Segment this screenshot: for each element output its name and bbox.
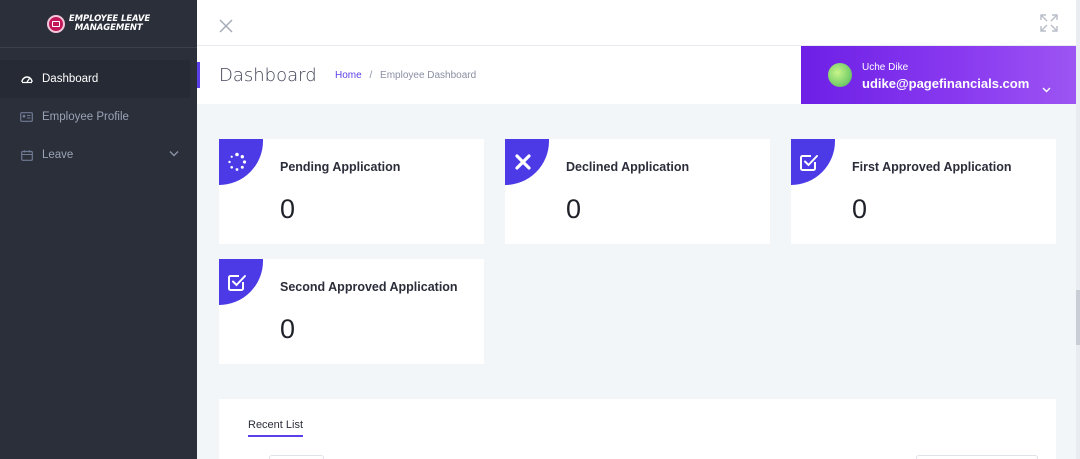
scrollbar[interactable]	[1076, 0, 1080, 459]
breadcrumb-home-link[interactable]: Home	[335, 70, 362, 81]
card-label: Pending Application	[280, 160, 401, 174]
page-length-select[interactable]	[269, 455, 324, 459]
recent-list-panel: Recent List	[219, 399, 1056, 459]
breadcrumb-separator: /	[369, 70, 373, 81]
x-mark-icon	[505, 139, 549, 185]
fullscreen-icon[interactable]	[1040, 14, 1058, 32]
sidebar-item-label: Leave	[42, 149, 74, 161]
breadcrumb: Home / Employee Dashboard	[335, 70, 476, 81]
check-square-icon	[219, 259, 263, 305]
card-value: 0	[280, 194, 296, 224]
brand[interactable]: Employee Leave Management	[0, 0, 197, 48]
brand-name: Employee Leave Management	[69, 14, 150, 33]
card-declined-application[interactable]: Declined Application 0	[505, 139, 770, 244]
chevron-down-icon[interactable]	[169, 148, 179, 160]
card-first-approved-application[interactable]: First Approved Application 0	[791, 139, 1056, 244]
card-second-approved-application[interactable]: Second Approved Application 0	[219, 259, 484, 364]
search-input[interactable]	[916, 455, 1038, 459]
user-email: udike@pagefinancials.com	[862, 76, 1030, 91]
avatar	[828, 63, 852, 87]
card-value: 0	[852, 194, 868, 224]
card-value: 0	[566, 194, 582, 224]
close-icon[interactable]	[219, 19, 233, 33]
user-menu[interactable]: Uche Dike udike@pagefinancials.com	[801, 46, 1077, 104]
sidebar-item-dashboard[interactable]: Dashboard	[0, 60, 190, 98]
dashboard-icon	[20, 73, 33, 86]
sidebar-item-label: Dashboard	[42, 73, 99, 85]
card-pending-application[interactable]: Pending Application 0	[219, 139, 484, 244]
top-bar	[197, 0, 1080, 46]
card-value: 0	[280, 314, 296, 344]
sidebar-item-label: Employee Profile	[42, 111, 129, 123]
brand-line-2: Management	[74, 22, 143, 33]
logo-icon	[46, 14, 65, 33]
check-square-icon	[791, 139, 835, 185]
id-card-icon	[20, 111, 33, 124]
subheader: Dashboard Home / Employee Dashboard Uche…	[197, 46, 1080, 104]
user-name: Uche Dike	[862, 62, 909, 73]
page-title: Dashboard	[219, 65, 317, 86]
sidebar-item-employee-profile[interactable]: Employee Profile	[0, 98, 197, 136]
tab-recent-list[interactable]: Recent List	[248, 419, 304, 437]
scrollbar-thumb[interactable]	[1076, 290, 1080, 345]
sidebar-nav: Dashboard Employee Profile Leave	[0, 48, 197, 174]
spinner-icon	[219, 139, 263, 185]
sidebar: Employee Leave Management Dashboard Empl…	[0, 0, 197, 459]
card-label: Declined Application	[566, 160, 690, 174]
chevron-down-icon[interactable]	[1042, 80, 1051, 98]
sidebar-item-leave[interactable]: Leave	[0, 136, 197, 174]
card-label: First Approved Application	[852, 160, 1012, 174]
title-accent-bar	[197, 62, 200, 88]
breadcrumb-current: Employee Dashboard	[380, 70, 477, 81]
calendar-icon	[20, 149, 33, 162]
card-label: Second Approved Application	[280, 280, 458, 294]
